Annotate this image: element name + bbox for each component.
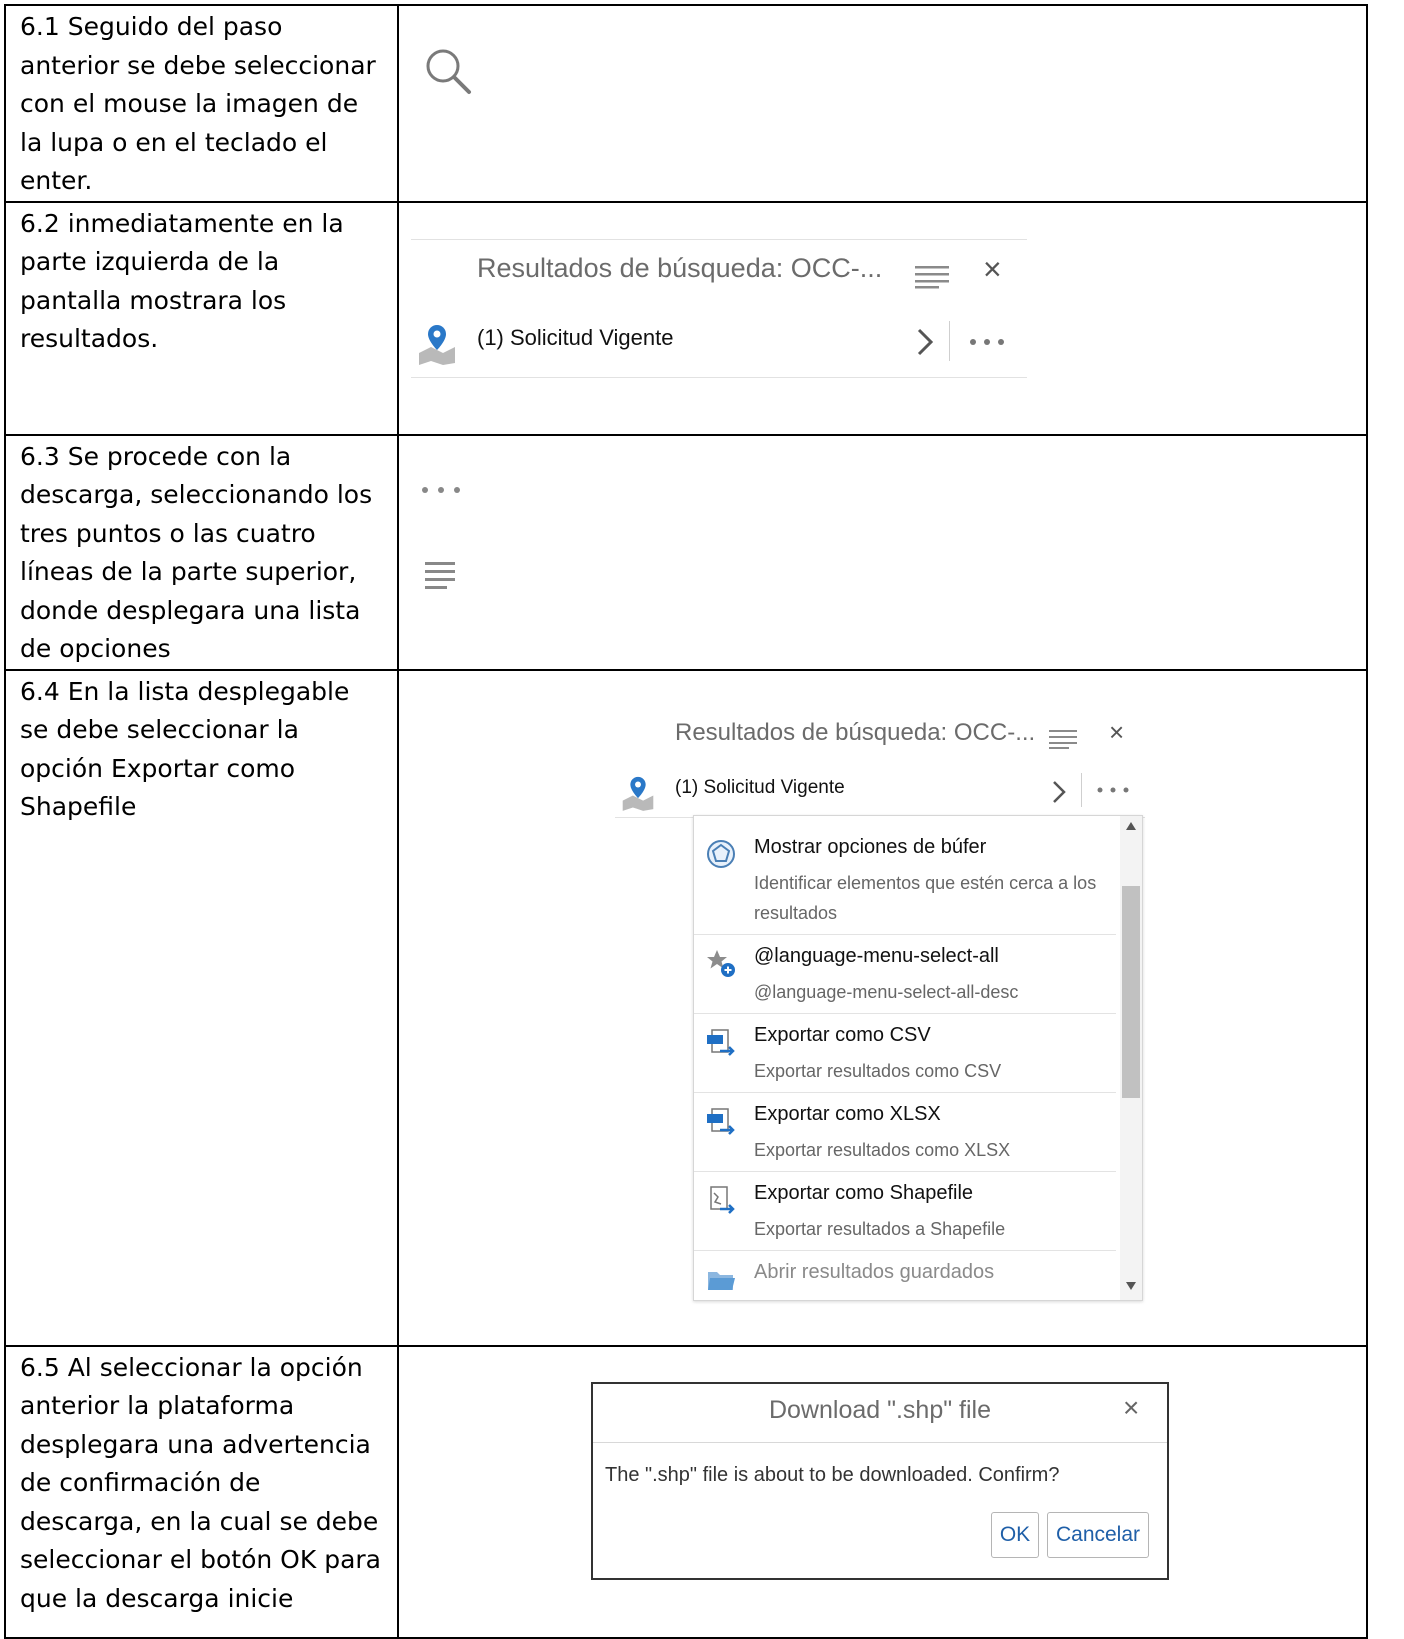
menu-scrollbar[interactable] — [1120, 815, 1142, 1300]
download-confirm-dialog: Download ".shp" file × The ".shp" file i… — [591, 1381, 1169, 1580]
scroll-down-arrow-icon[interactable] — [1126, 1281, 1136, 1290]
options-dropdown-menu: Mostrar opciones de búfer Identificar el… — [693, 814, 1143, 1301]
xlsx-export-icon — [707, 1107, 735, 1135]
result-item-label[interactable]: (1) Solicitud Vigente — [477, 325, 674, 351]
step-text-6-4: 6.4 En la lista desplegable se debe sele… — [20, 676, 350, 822]
map-pin-icon — [622, 776, 654, 811]
more-options-icon[interactable] — [1097, 787, 1129, 793]
step-row-6-2: 6.2 inmediatamente en la parte izquierda… — [4, 200, 1368, 436]
select-all-star-icon — [707, 949, 735, 977]
dialog-message: The ".shp" file is about to be downloade… — [605, 1463, 1060, 1486]
csv-export-icon — [707, 1028, 735, 1056]
shapefile-export-icon — [710, 1185, 735, 1214]
results-panel-title: Resultados de búsqueda: OCC-... — [477, 252, 883, 283]
cancel-button[interactable]: Cancelar — [1047, 1511, 1149, 1558]
menu-item-open-saved[interactable]: Abrir resultados guardados — [694, 1251, 1116, 1300]
results-panel: Resultados de búsqueda: OCC-... × (1) So… — [411, 238, 1027, 379]
dialog-close-icon[interactable]: × — [1123, 1392, 1139, 1424]
menu-item-buffer[interactable]: Mostrar opciones de búfer Identificar el… — [694, 826, 1116, 935]
results-panel-title: Resultados de búsqueda: OCC-... — [675, 718, 1036, 746]
close-icon[interactable]: × — [983, 251, 1002, 288]
menu-item-export-xlsx[interactable]: Exportar como XLSX Exportar resultados c… — [694, 1093, 1116, 1172]
list-menu-icon[interactable] — [915, 265, 949, 289]
scroll-up-arrow-icon[interactable] — [1126, 821, 1136, 830]
step-text-6-5: 6.5 Al seleccionar la opción anterior la… — [20, 1352, 381, 1613]
ok-button[interactable]: OK — [991, 1511, 1039, 1558]
search-icon[interactable] — [423, 46, 475, 98]
step-text-6-1: 6.1 Seguido del paso anterior se debe se… — [20, 12, 376, 195]
step-row-6-1: 6.1 Seguido del paso anterior se debe se… — [4, 4, 1368, 203]
menu-item-export-shapefile[interactable]: Exportar como Shapefile Exportar resulta… — [694, 1172, 1116, 1251]
close-icon[interactable]: × — [1109, 717, 1124, 748]
dialog-title: Download ".shp" file — [768, 1395, 992, 1424]
buffer-icon — [707, 839, 735, 868]
more-options-icon[interactable] — [969, 338, 1005, 346]
list-menu-icon[interactable] — [425, 560, 455, 590]
map-pin-icon — [419, 324, 455, 365]
step-row-6-5: 6.5 Al seleccionar la opción anterior la… — [4, 1344, 1368, 1639]
result-item-label[interactable]: (1) Solicitud Vigente — [675, 777, 845, 799]
step-text-6-2: 6.2 inmediatamente en la parte izquierda… — [20, 208, 344, 354]
folder-icon — [708, 1271, 735, 1290]
list-menu-icon[interactable] — [1049, 729, 1077, 749]
step-text-6-3: 6.3 Se procede con la descarga, seleccio… — [20, 441, 373, 664]
instructions-table: 6.1 Seguido del paso anterior se debe se… — [4, 4, 1368, 1639]
scroll-thumb[interactable] — [1122, 885, 1140, 1098]
step-row-6-3: 6.3 Se procede con la descarga, seleccio… — [4, 433, 1368, 671]
results-panel-with-menu: Resultados de búsqueda: OCC-... × (1) So… — [615, 707, 1145, 1337]
chevron-right-icon[interactable] — [915, 327, 935, 357]
chevron-right-icon[interactable] — [1051, 779, 1067, 805]
menu-item-export-csv[interactable]: Exportar como CSV Exportar resultados co… — [694, 1014, 1116, 1093]
menu-item-select-all[interactable]: @language-menu-select-all @language-menu… — [694, 935, 1116, 1014]
more-options-icon[interactable] — [421, 486, 461, 494]
step-row-6-4: 6.4 En la lista desplegable se debe sele… — [4, 668, 1368, 1347]
